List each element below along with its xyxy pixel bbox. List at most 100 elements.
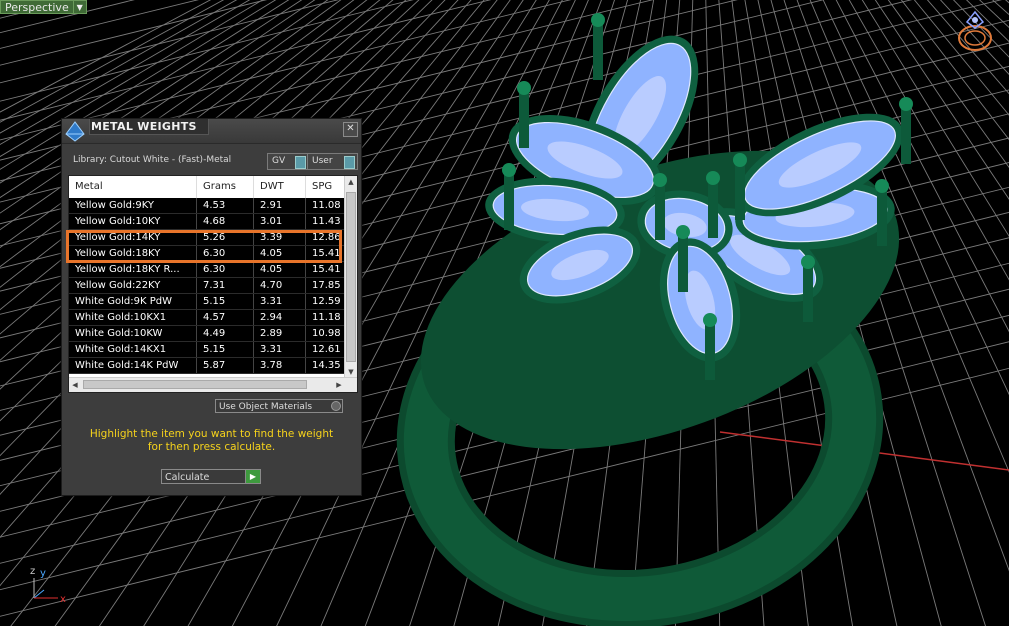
prong (705, 320, 715, 380)
cell-grams[interactable]: 4.68 (197, 214, 254, 229)
cell-dwt[interactable]: 4.70 (254, 278, 306, 293)
prong (877, 186, 887, 246)
cell-grams[interactable]: 5.15 (197, 294, 254, 309)
prong-tip (899, 97, 913, 111)
cell-metal[interactable]: Yellow Gold:10KY (69, 214, 197, 229)
cell-dwt[interactable]: 3.31 (254, 342, 306, 357)
cell-metal[interactable]: Yellow Gold:9KY (69, 198, 197, 213)
calculate-button[interactable]: Calculate ▶ (161, 469, 261, 484)
prong (519, 88, 529, 148)
table-row[interactable]: White Gold:9K PdW 5.15 3.31 12.59 (69, 294, 345, 310)
table-header: Metal Grams DWT SPG (69, 176, 345, 199)
scroll-up-icon[interactable]: ▲ (345, 176, 357, 188)
close-icon[interactable]: ✕ (343, 122, 358, 137)
table-row[interactable]: White Gold:10KW 4.49 2.89 10.98 (69, 326, 345, 342)
metal-table[interactable]: Metal Grams DWT SPG Yellow Gold:9KY 4.53 2… (68, 175, 358, 393)
material-select-value: Use Object Materials (219, 402, 313, 412)
viewport-label[interactable]: Perspective ▼ (0, 0, 87, 14)
axis-z-label: z (30, 566, 36, 577)
column-header-spg[interactable]: SPG (306, 176, 345, 198)
table-row[interactable]: Yellow Gold:18KY R... 6.30 4.05 15.41 (69, 262, 345, 278)
gem-logo-icon (65, 121, 85, 142)
cell-metal[interactable]: White Gold:14KX1 (69, 342, 197, 357)
cell-spg[interactable]: 10.98 (306, 326, 345, 341)
cell-dwt[interactable]: 2.89 (254, 326, 306, 341)
cell-grams[interactable]: 6.30 (197, 262, 254, 277)
cell-grams[interactable]: 4.53 (197, 198, 254, 213)
cell-metal[interactable]: White Gold:10KX1 (69, 310, 197, 325)
gv-toggle[interactable]: GV (267, 153, 309, 170)
table-body: Yellow Gold:9KY 4.53 2.91 11.08 Yellow Gold:… (69, 198, 345, 374)
table-row[interactable]: Yellow Gold:9KY 4.53 2.91 11.08 (69, 198, 345, 214)
column-header-metal[interactable]: Metal (69, 176, 197, 198)
vertical-scroll-thumb[interactable] (346, 192, 356, 362)
cell-dwt[interactable]: 2.91 (254, 198, 306, 213)
scroll-right-icon[interactable]: ▶ (333, 378, 345, 392)
cell-spg[interactable]: 14.35 (306, 358, 345, 373)
table-row[interactable]: White Gold:10KX1 4.57 2.94 11.18 (69, 310, 345, 326)
cell-spg[interactable]: 15.41 (306, 262, 345, 277)
prong-tip (801, 255, 815, 269)
cell-dwt[interactable]: 3.78 (254, 358, 306, 373)
cell-metal[interactable]: White Gold:10KW (69, 326, 197, 341)
cell-grams[interactable]: 4.49 (197, 326, 254, 341)
cell-grams[interactable]: 5.15 (197, 342, 254, 357)
panel-titlebar[interactable]: METAL WEIGHTS ✕ (62, 119, 361, 144)
viewport-menu-dropdown-icon[interactable]: ▼ (73, 0, 87, 14)
scroll-left-icon[interactable]: ◀ (69, 378, 81, 392)
prong-tip (875, 179, 889, 193)
prong-tip (706, 171, 720, 185)
table-row[interactable]: White Gold:14K PdW 5.87 3.78 14.35 (69, 358, 345, 374)
viewport-label-text[interactable]: Perspective (0, 0, 74, 14)
grid-line (0, 0, 199, 49)
user-toggle-indicator-icon (344, 156, 355, 169)
user-toggle[interactable]: User (307, 153, 358, 170)
cell-metal[interactable]: White Gold:9K PdW (69, 294, 197, 309)
metal-weights-panel: METAL WEIGHTS ✕ Library: Cutout White - … (61, 118, 362, 496)
selection-highlight (66, 230, 342, 263)
horizontal-scroll-thumb[interactable] (83, 380, 307, 389)
axis-y-label: y (40, 568, 46, 579)
cell-spg[interactable]: 11.18 (306, 310, 345, 325)
play-arrow-icon[interactable]: ▶ (245, 470, 260, 483)
cell-grams[interactable]: 5.87 (197, 358, 254, 373)
table-row[interactable]: Yellow Gold:22KY 7.31 4.70 17.85 (69, 278, 345, 294)
cell-dwt[interactable]: 2.94 (254, 310, 306, 325)
prong-tip (502, 163, 516, 177)
prong (504, 170, 514, 230)
cell-spg[interactable]: 12.59 (306, 294, 345, 309)
prong (708, 178, 718, 238)
axis-triad: z y x (28, 564, 72, 608)
instruction-line-2: for then press calculate. (147, 441, 276, 453)
prong-tip (703, 313, 717, 327)
table-row[interactable]: Yellow Gold:10KY 4.68 3.01 11.43 (69, 214, 345, 230)
cell-grams[interactable]: 4.57 (197, 310, 254, 325)
prong (678, 232, 688, 292)
cell-spg[interactable]: 11.08 (306, 198, 345, 213)
column-header-dwt[interactable]: DWT (254, 176, 306, 198)
prong-tip (517, 81, 531, 95)
cell-metal[interactable]: Yellow Gold:18KY R... (69, 262, 197, 277)
column-header-grams[interactable]: Grams (197, 176, 254, 198)
cell-metal[interactable]: Yellow Gold:22KY (69, 278, 197, 293)
prong (803, 262, 813, 322)
cell-spg[interactable]: 11.43 (306, 214, 345, 229)
calculate-label: Calculate (165, 472, 210, 483)
cell-grams[interactable]: 7.31 (197, 278, 254, 293)
table-row[interactable]: White Gold:14KX1 5.15 3.31 12.61 (69, 342, 345, 358)
instruction-message: Highlight the item you want to find the … (62, 428, 361, 454)
view-cube-ring-icon[interactable] (955, 8, 997, 54)
cell-spg[interactable]: 12.61 (306, 342, 345, 357)
horizontal-scrollbar[interactable]: ◀ ▶ (69, 377, 357, 392)
cell-spg[interactable]: 17.85 (306, 278, 345, 293)
cell-dwt[interactable]: 4.05 (254, 262, 306, 277)
cell-dwt[interactable]: 3.31 (254, 294, 306, 309)
cell-dwt[interactable]: 3.01 (254, 214, 306, 229)
prong (655, 180, 665, 240)
material-select-knob-icon[interactable] (331, 401, 341, 411)
cell-metal[interactable]: White Gold:14K PdW (69, 358, 197, 373)
vertical-scrollbar[interactable]: ▲ ▼ (344, 176, 357, 378)
material-select[interactable]: Use Object Materials (215, 399, 343, 413)
gv-toggle-label: GV (272, 156, 286, 166)
panel-title: METAL WEIGHTS (91, 120, 197, 133)
